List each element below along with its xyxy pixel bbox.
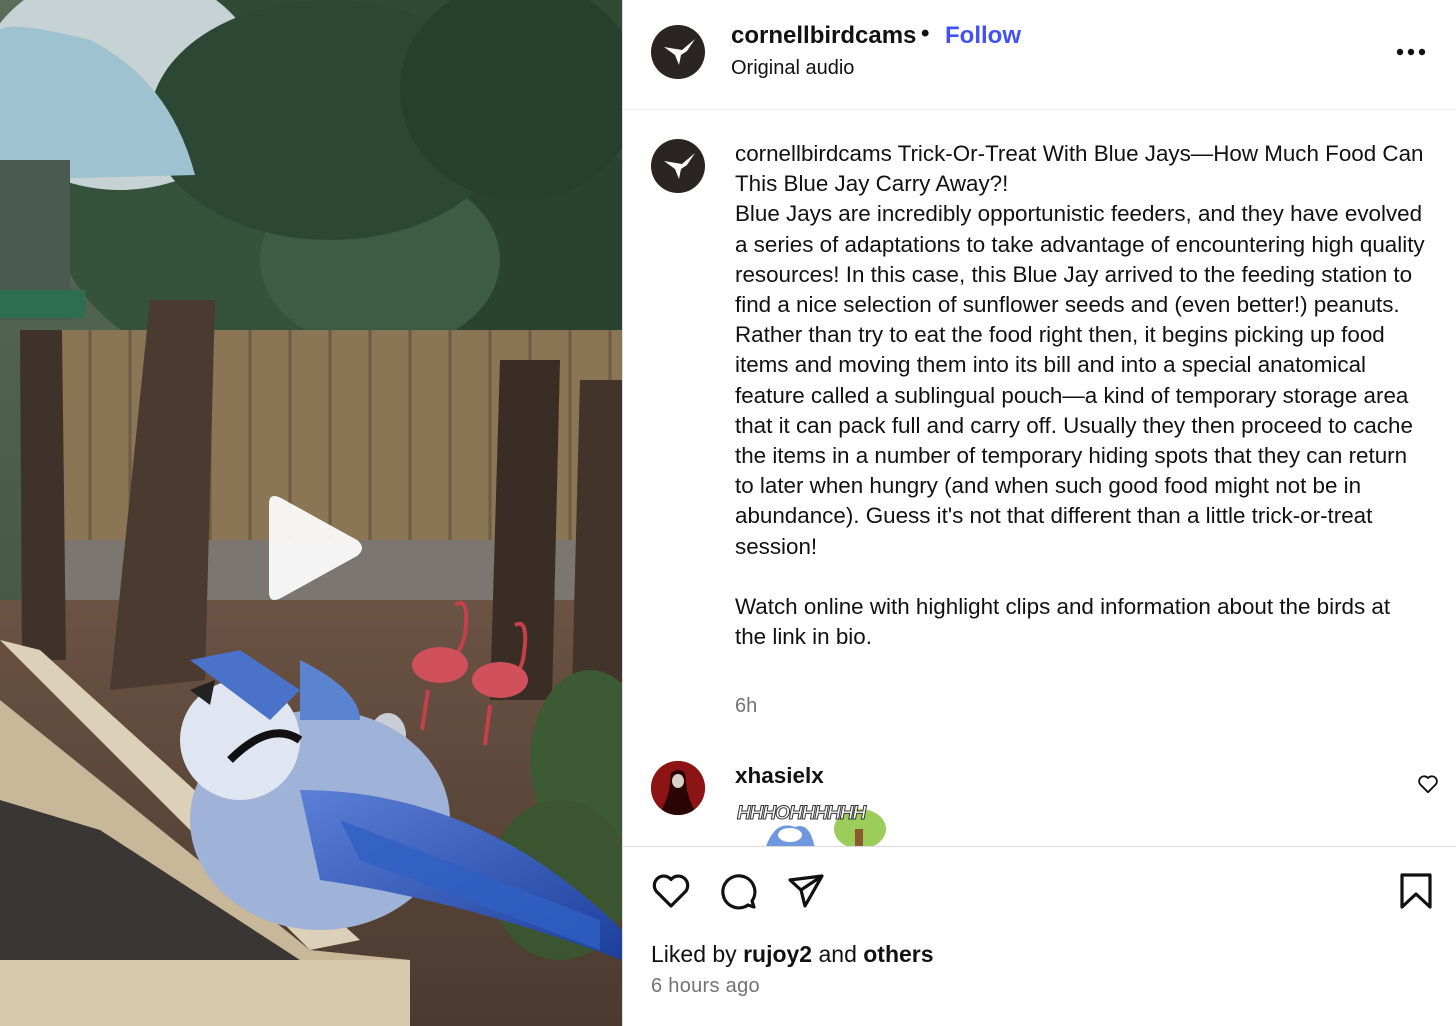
like-button[interactable] [651,871,691,916]
liked-by-prefix: Liked by [651,941,737,967]
heart-icon [652,874,690,908]
caption-timestamp: 6h [735,695,758,717]
more-horizontal-icon [1396,48,1426,56]
avatar-image [651,761,705,815]
play-icon [269,496,362,600]
liked-and: and [818,941,857,967]
comment-username[interactable]: xhasielx [735,763,824,789]
caption-username[interactable]: cornellbirdcams [735,141,892,166]
post-detail-panel: cornellbirdcams • Follow Original audio … [622,0,1456,1026]
commenter-avatar[interactable] [651,761,705,815]
post-timestamp: 6 hours ago [651,975,760,997]
liked-by-user[interactable]: rujoy2 [743,941,812,967]
comment-button[interactable] [718,871,758,916]
audio-link[interactable]: Original audio [731,57,854,80]
liked-by-others[interactable]: others [863,941,933,967]
caption-body: cornellbirdcams Trick-Or-Treat With Blue… [735,139,1425,652]
hummingbird-logo-icon [664,153,695,179]
comments-section[interactable]: cornellbirdcams Trick-Or-Treat With Blue… [623,111,1456,846]
post-header: cornellbirdcams • Follow Original audio [623,0,1456,110]
play-button[interactable] [257,490,369,606]
follow-button[interactable]: Follow [945,22,1021,50]
post-actions-footer: Liked by rujoy2 and others 6 hours ago [623,846,1456,1026]
send-paper-plane-icon [788,874,824,908]
comment-sticker: HHHOHHHHHH [735,799,895,846]
caption-avatar[interactable] [651,139,705,193]
separator-dot: • [921,20,930,47]
author-username[interactable]: cornellbirdcams [731,22,916,50]
more-options-button[interactable] [1395,40,1427,64]
share-button[interactable] [786,871,826,916]
comment-like-button[interactable] [1417,774,1439,799]
likes-summary: Liked by rujoy2 and others [651,941,934,968]
heart-outline-icon [1418,775,1438,794]
bookmark-icon [1400,873,1432,909]
caption-text: Trick-Or-Treat With Blue Jays—How Much F… [735,141,1425,650]
video-player[interactable] [0,0,622,1026]
sticker-text: HHHOHHHHHH [736,803,866,825]
save-button[interactable] [1398,871,1434,916]
author-avatar[interactable] [651,25,705,79]
comment-bubble-icon [721,874,757,910]
hummingbird-logo-icon [664,39,695,65]
